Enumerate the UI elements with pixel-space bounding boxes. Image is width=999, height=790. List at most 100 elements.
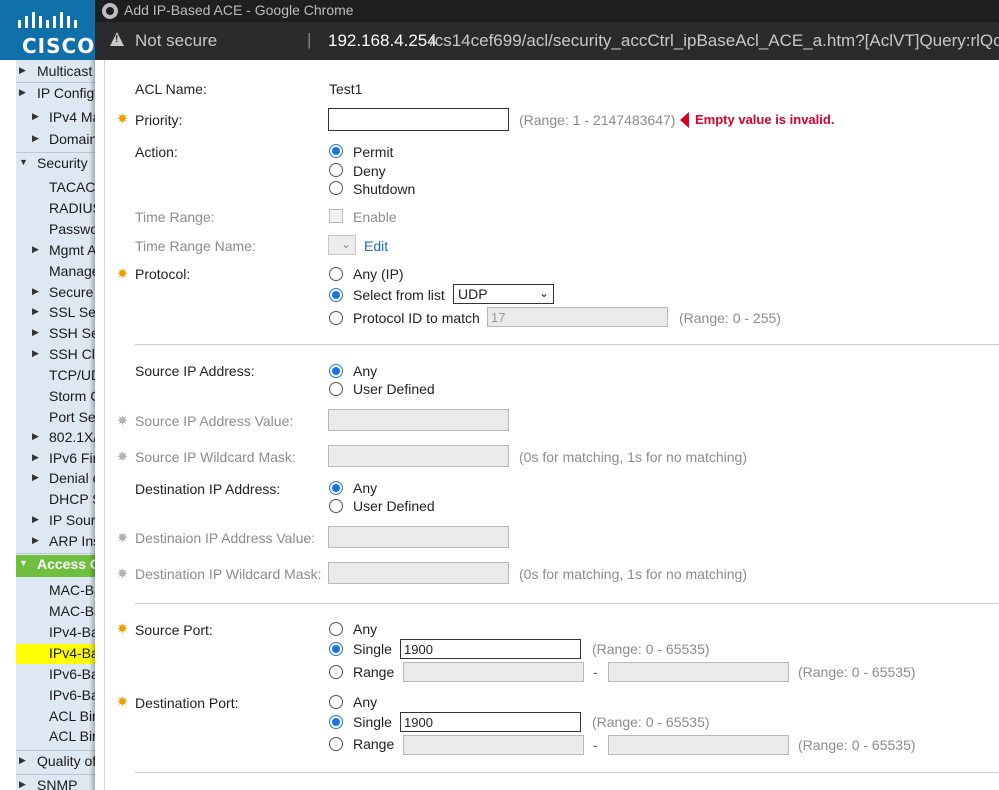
protocol-any-label[interactable]: Any (IP) [353,266,404,282]
sidebar-item[interactable]: ▼ Security [16,154,95,174]
sidebar-item[interactable]: IPv6-Based ACL [16,665,95,685]
action-permit-radio[interactable] [329,144,343,158]
chevron-right-icon[interactable]: ▶ [32,431,39,442]
sidebar-item[interactable]: ▶ SNMP [16,776,95,790]
protocol-select[interactable]: UDP ⌄ [453,284,554,304]
sidebar-item[interactable]: ▶Domain Name System [16,130,95,150]
sidebar-item[interactable]: IPv6-Based ACE [16,686,95,706]
action-shutdown-radio[interactable] [329,181,343,195]
chevron-right-icon[interactable]: ▶ [32,111,39,122]
chevron-right-icon[interactable]: ▶ [32,452,39,463]
source-ip-value-input[interactable] [328,409,509,431]
sidebar-item[interactable]: ▶802.1X/MAC/Web [16,428,95,448]
sidebar-item[interactable]: TACACS+ Client [16,178,95,198]
sidebar-item[interactable]: ▶ IP Configuration [16,84,95,104]
destination-wildcard-input[interactable] [328,562,509,584]
chevron-right-icon[interactable]: ▶ [19,65,26,76]
source-wildcard-input[interactable] [328,445,509,467]
source-ip-user-radio[interactable] [329,382,343,396]
source-port-single-label[interactable]: Single [353,641,392,657]
destination-port-single-radio[interactable] [329,715,343,729]
source-port-range-label[interactable]: Range [353,664,394,680]
chevron-down-icon[interactable]: ▼ [19,157,28,167]
destination-port-any-radio[interactable] [329,695,343,709]
source-ip-any-radio[interactable] [329,364,343,378]
sidebar-item[interactable]: ▶ Multicast [16,62,95,82]
sidebar-item[interactable]: DHCP Snooping [16,490,95,510]
sidebar-item[interactable]: MAC-Based ACE [16,602,95,622]
action-shutdown-label[interactable]: Shutdown [353,181,415,197]
url-host[interactable]: 192.168.4.254 [328,31,437,51]
sidebar-item[interactable]: RADIUS Client [16,199,95,219]
destination-port-range-from-input[interactable] [403,735,584,755]
source-ip-user-label[interactable]: User Defined [353,381,435,397]
priority-input[interactable] [328,108,509,131]
destination-port-range-radio[interactable] [329,737,343,751]
destination-port-any-label[interactable]: Any [353,694,377,710]
sidebar-item[interactable]: Management Access [16,262,95,282]
sidebar-item[interactable]: ▶IPv6 First Hop [16,449,95,469]
source-port-range-from-input[interactable] [403,662,584,682]
sidebar-item[interactable]: Port Security [16,408,95,428]
source-port-any-radio[interactable] [329,622,343,636]
source-port-any-label[interactable]: Any [353,621,377,637]
sidebar-item[interactable]: ACL Binding (VLAN) [16,707,95,727]
address-bar[interactable]: Not secure | 192.168.4.254 /cs14cef699/a… [95,22,999,60]
sidebar-item[interactable]: Storm Control [16,387,95,407]
source-port-single-radio[interactable] [329,642,343,656]
sidebar-item[interactable]: ACL Binding (Port) [16,727,95,747]
chevron-right-icon[interactable]: ▶ [32,306,39,317]
warning-icon[interactable] [110,32,124,46]
chevron-right-icon[interactable]: ▶ [32,535,39,546]
source-port-range-to-input[interactable] [608,662,789,682]
security-status[interactable]: Not secure [135,31,217,51]
action-permit-label[interactable]: Permit [353,144,393,160]
source-port-range-radio[interactable] [329,665,343,679]
chevron-right-icon[interactable]: ▶ [32,133,39,144]
time-range-enable-checkbox[interactable] [329,209,343,223]
action-deny-label[interactable]: Deny [353,163,386,179]
sidebar-item[interactable]: ▶IPv4 Management [16,108,95,128]
action-deny-radio[interactable] [329,163,343,177]
chevron-right-icon[interactable]: ▶ [32,286,39,297]
sidebar-item[interactable]: ▼ Access Control [16,555,95,577]
time-range-name-select[interactable]: ⌄ [328,235,356,255]
destination-port-range-to-input[interactable] [608,735,789,755]
sidebar-item[interactable]: ▶SSL Server [16,303,95,323]
destination-port-single-label[interactable]: Single [353,714,392,730]
protocol-id-radio[interactable] [329,311,343,325]
sidebar-item[interactable]: ▶IP Source Guard [16,511,95,531]
destination-ip-user-radio[interactable] [329,499,343,513]
sidebar-item[interactable]: ▶Secure Sensitive Data [16,283,95,303]
chevron-right-icon[interactable]: ▶ [19,755,26,766]
sidebar-item[interactable]: IPv4-Based ACE [16,644,95,664]
sidebar-item[interactable]: IPv4-Based ACL [16,623,95,643]
destination-ip-any-label[interactable]: Any [353,480,377,496]
sidebar-item[interactable]: TCP/UDP Services [16,366,95,386]
chevron-right-icon[interactable]: ▶ [19,87,26,98]
sidebar-item[interactable]: ▶Denial of Service [16,469,95,489]
sidebar-item[interactable]: MAC-Based ACL [16,581,95,601]
source-port-single-input[interactable]: 1900 [400,639,581,659]
chevron-right-icon[interactable]: ▶ [32,348,39,359]
destination-port-range-label[interactable]: Range [353,736,394,752]
chevron-down-icon[interactable]: ▼ [19,558,28,568]
destination-port-single-input[interactable]: 1900 [400,712,581,732]
protocol-id-label[interactable]: Protocol ID to match [353,310,480,326]
destination-ip-value-input[interactable] [328,526,509,548]
url-path[interactable]: /cs14cef699/acl/security_accCtrl_ipBaseA… [430,31,999,51]
source-ip-any-label[interactable]: Any [353,363,377,379]
destination-ip-user-label[interactable]: User Defined [353,498,435,514]
protocol-list-radio[interactable] [329,288,343,302]
protocol-any-radio[interactable] [329,267,343,281]
chevron-right-icon[interactable]: ▶ [32,472,39,483]
sidebar-item[interactable]: Password Strength [16,220,95,240]
chevron-right-icon[interactable]: ▶ [32,327,39,338]
sidebar-item[interactable]: ▶ Quality of Service [16,752,95,772]
destination-ip-any-radio[interactable] [329,481,343,495]
chevron-right-icon[interactable]: ▶ [32,514,39,525]
protocol-id-input[interactable]: 17 [487,307,668,327]
chevron-right-icon[interactable]: ▶ [19,779,26,790]
protocol-list-label[interactable]: Select from list [353,287,445,303]
chevron-right-icon[interactable]: ▶ [32,244,39,255]
